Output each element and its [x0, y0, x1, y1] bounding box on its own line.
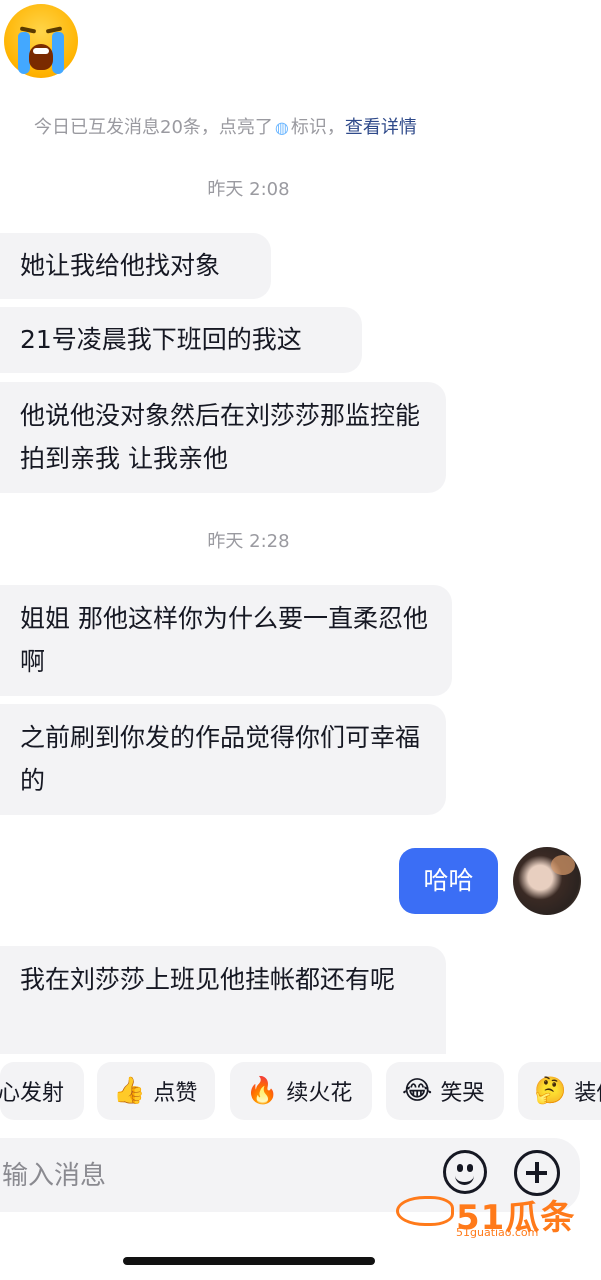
notice-text: 今日已互发消息20条，点亮了 [34, 117, 273, 138]
fire-icon: 🔥 [246, 1076, 279, 1106]
home-indicator[interactable] [123, 1257, 375, 1265]
quick-reply-bar: 心发射 👍 点赞 🔥 续火花 😂 笑哭 🤔 装傻 [0, 1058, 601, 1124]
quick-reply-label: 点赞 [153, 1081, 198, 1106]
fish-logo-icon [396, 1196, 454, 1226]
quick-reply-like[interactable]: 👍 点赞 [97, 1062, 215, 1120]
message-text: 姐姐 那他这样你为什么要一直柔忍他啊 [20, 604, 428, 676]
quick-reply-label: 续火花 [286, 1081, 353, 1106]
message-bubble-incoming[interactable]: 21号凌晨我下班回的我这 [0, 307, 362, 373]
quick-reply-label: 心发射 [0, 1081, 65, 1106]
message-bubble-incoming[interactable]: 我在刘莎莎上班见他挂帐都还有呢 [0, 946, 446, 1054]
watermark: 51瓜条 51guatiao.com [396, 1190, 596, 1240]
message-text: 她让我给他找对象 [20, 251, 221, 280]
message-bubble-incoming[interactable]: 姐姐 那他这样你为什么要一直柔忍他啊 [0, 585, 452, 696]
quick-reply-heart[interactable]: 心发射 [0, 1062, 84, 1120]
quick-reply-label: 装傻 [574, 1081, 601, 1106]
quick-reply-thinking[interactable]: 🤔 装傻 [518, 1062, 601, 1120]
quick-reply-laugh-cry[interactable]: 😂 笑哭 [386, 1062, 504, 1120]
message-text: 我在刘莎莎上班见他挂帐都还有呢 [20, 965, 396, 994]
message-text: 他说他没对象然后在刘莎莎那监控能拍到亲我 让我亲他 [20, 401, 421, 473]
message-text: 哈哈 [423, 866, 474, 895]
message-text: 之前刷到你发的作品觉得你们可幸福的 [20, 723, 421, 795]
message-bubble-incoming[interactable]: 她让我给他找对象 [0, 233, 271, 299]
message-text: 21号凌晨我下班回的我这 [20, 325, 302, 354]
thinking-icon: 🤔 [534, 1076, 567, 1106]
emoji-icon[interactable] [443, 1150, 487, 1194]
sound-wave-icon: ◍ [274, 118, 289, 137]
message-input-placeholder[interactable]: 输入消息 [2, 1155, 106, 1192]
message-bubble-incoming[interactable]: 之前刷到你发的作品觉得你们可幸福的 [0, 704, 446, 815]
streak-notice: 今日已互发消息20条，点亮了 ◍ 标识，查看详情 [34, 113, 417, 139]
watermark-sub: 51guatiao.com [456, 1226, 539, 1239]
laugh-cry-icon: 😂 [402, 1076, 433, 1106]
avatar[interactable] [513, 847, 581, 915]
crying-emoji-icon [4, 4, 78, 78]
message-bubble-outgoing[interactable]: 哈哈 [399, 848, 498, 914]
quick-reply-fire[interactable]: 🔥 续火花 [230, 1062, 372, 1120]
quick-reply-label: 笑哭 [440, 1081, 485, 1106]
notice-badge-text: 标识， [290, 117, 345, 138]
message-bubble-incoming[interactable]: 他说他没对象然后在刘莎莎那监控能拍到亲我 让我亲他 [0, 382, 446, 493]
view-details-link[interactable]: 查看详情 [345, 117, 417, 138]
timestamp: 昨天 2:08 [207, 179, 290, 200]
thumbs-up-icon: 👍 [113, 1076, 146, 1106]
timestamp: 昨天 2:28 [207, 531, 290, 552]
